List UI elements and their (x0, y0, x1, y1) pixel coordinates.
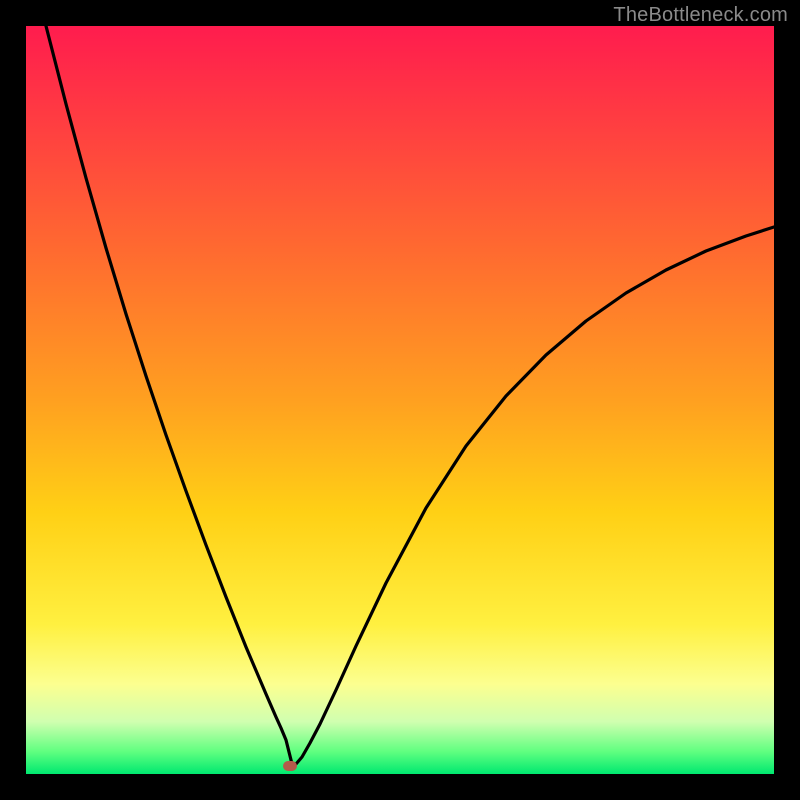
chart-marker-dot (283, 761, 297, 771)
chart-frame (26, 26, 774, 774)
chart-curve (46, 26, 774, 764)
chart-curve-svg (26, 26, 774, 774)
watermark-text: TheBottleneck.com (613, 4, 788, 27)
